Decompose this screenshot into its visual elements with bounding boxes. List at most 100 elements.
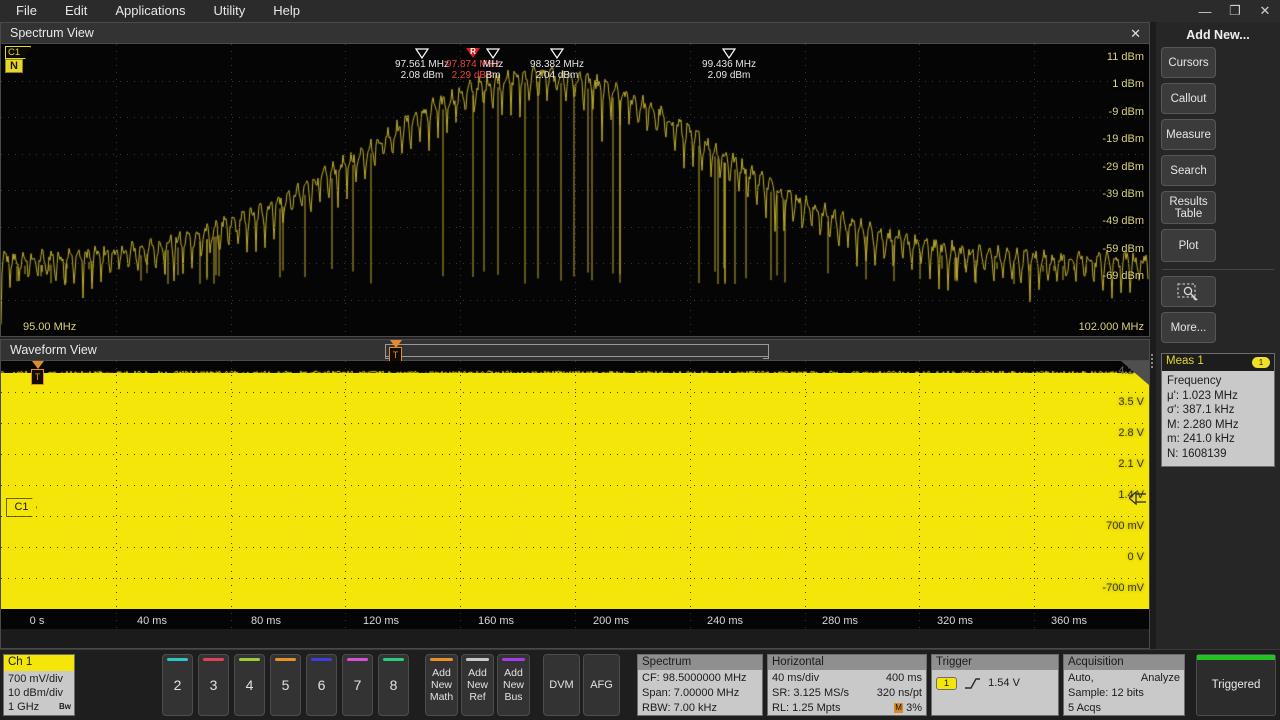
channel-button-6[interactable]: 6 bbox=[306, 654, 337, 716]
add-button-label: Add New Ref bbox=[462, 667, 493, 703]
spectrum-rbw: RBW: 7.00 kHz bbox=[642, 701, 758, 716]
waveform-time-label: 0 s bbox=[30, 615, 45, 627]
sidebar-divider bbox=[1162, 269, 1274, 270]
channel-button-7[interactable]: 7 bbox=[342, 654, 373, 716]
channel-1-body: 700 mV/div 10 dBm/div 1 GHz Bw bbox=[4, 671, 74, 715]
spectrum-marker-m1[interactable]: 97.561 MHz2.08 dBm bbox=[415, 48, 429, 58]
marker-amplitude: 2.09 dBm bbox=[702, 71, 756, 82]
menu-item-utility[interactable]: Utility bbox=[199, 0, 259, 22]
acquisition-state: Analyze bbox=[1141, 671, 1180, 686]
channel-1-db-scale: 10 dBm/div bbox=[8, 686, 70, 700]
measurement-stat-min: m: 241.0 kHz bbox=[1167, 432, 1269, 447]
channel-button-3[interactable]: 3 bbox=[198, 654, 229, 716]
acquisition-sample: Sample: 12 bits bbox=[1068, 686, 1180, 701]
instrument-button-label: DVM bbox=[549, 679, 573, 691]
add-new-ref-button[interactable]: Add New Ref bbox=[461, 654, 494, 716]
add-plot-button[interactable]: Plot bbox=[1161, 229, 1216, 262]
horizontal-sample-rate: SR: 3.125 MS/s bbox=[772, 686, 849, 701]
spectrum-y-label: -59 dBm bbox=[1102, 243, 1144, 255]
waveform-graticule[interactable]: 4.2 V3.5 V2.8 V2.1 V1.4 V700 mV0 V-700 m… bbox=[1, 361, 1149, 629]
trigger-level: 1.54 V bbox=[988, 677, 1020, 689]
waveform-overview-scrollbar[interactable] bbox=[386, 344, 768, 357]
waveform-corner-handle-icon[interactable] bbox=[1113, 361, 1149, 387]
trigger-settings-badge[interactable]: Trigger 1 1.54 V bbox=[931, 654, 1059, 716]
horizontal-resolution: 320 ns/pt bbox=[877, 686, 922, 701]
add-search-button[interactable]: Search bbox=[1161, 155, 1216, 186]
menu-item-file[interactable]: File bbox=[0, 0, 51, 22]
visual-search-button[interactable] bbox=[1161, 276, 1216, 307]
spectrum-badge-title: Spectrum bbox=[638, 655, 762, 670]
visual-search-icon bbox=[1176, 282, 1202, 302]
menu-item-edit[interactable]: Edit bbox=[51, 0, 101, 22]
afg-button[interactable]: AFG bbox=[583, 654, 620, 716]
spectrum-marker-m4[interactable]: 99.436 MHz2.09 dBm bbox=[722, 48, 736, 58]
trigger-level-cursor-icon[interactable] bbox=[1129, 490, 1147, 506]
sidebar-secondary-grid: More... bbox=[1156, 276, 1280, 343]
add-cursors-button[interactable]: Cursors bbox=[1161, 47, 1216, 78]
restore-icon[interactable]: ❐ bbox=[1220, 0, 1250, 22]
waveform-view-header: Waveform View T bbox=[1, 340, 1149, 361]
right-sidebar: Add New... Cursors Callout Measure Searc… bbox=[1156, 22, 1280, 649]
close-icon[interactable]: ✕ bbox=[1250, 0, 1280, 22]
run-status-button[interactable]: Triggered bbox=[1196, 654, 1276, 716]
trigger-badge-title: Trigger bbox=[932, 655, 1058, 670]
waveform-trigger-level-label[interactable]: T bbox=[31, 369, 44, 385]
acquisition-settings-badge[interactable]: Acquisition Auto, Analyze Sample: 12 bit… bbox=[1063, 654, 1185, 716]
add-new-math-button[interactable]: Add New Math bbox=[425, 654, 458, 716]
measurement-type: Frequency bbox=[1167, 374, 1269, 389]
spectrum-y-label: 11 dBm bbox=[1107, 51, 1144, 63]
measurement-title: Meas 1 bbox=[1166, 355, 1204, 367]
dvm-button[interactable]: DVM bbox=[543, 654, 580, 716]
spectrum-marker-m2[interactable]: MHzBm bbox=[486, 48, 500, 58]
trigger-source-pill[interactable]: 1 bbox=[936, 677, 957, 690]
waveform-y-label: -700 mV bbox=[1102, 582, 1144, 594]
trigger-badge-body: 1 1.54 V bbox=[932, 670, 1058, 692]
add-results-table-button[interactable]: Results Table bbox=[1161, 191, 1216, 224]
channel-button-label: 4 bbox=[246, 677, 254, 693]
spectrum-marker-mr[interactable]: R97.874 MHz2.29 dBm bbox=[466, 48, 480, 58]
horizontal-badge-title: Horizontal bbox=[768, 655, 926, 670]
waveform-time-label: 200 ms bbox=[593, 615, 629, 627]
spectrum-view-panel: Spectrum View ✕ C1 N 11 dBm1 dBm-9 dBm-1… bbox=[0, 22, 1150, 337]
spectrum-badge-trace-normal[interactable]: N bbox=[5, 59, 23, 73]
add-measure-button[interactable]: Measure bbox=[1161, 119, 1216, 150]
waveform-trigger-arrow-icon[interactable] bbox=[32, 361, 44, 369]
spectrum-marker-m3[interactable]: 98.382 MHz2.04 dBm bbox=[550, 48, 564, 58]
measurement-stat-mean: μ': 1.023 MHz bbox=[1167, 389, 1269, 404]
channel-1-badge[interactable]: Ch 1 700 mV/div 10 dBm/div 1 GHz Bw bbox=[3, 654, 75, 716]
marker-amplitude: 2.08 dBm bbox=[395, 71, 449, 82]
waveform-badge-channel[interactable]: C1 bbox=[6, 498, 37, 517]
menu-item-help[interactable]: Help bbox=[259, 0, 314, 22]
menu-item-applications[interactable]: Applications bbox=[101, 0, 199, 22]
spectrum-y-label: -19 dBm bbox=[1102, 133, 1144, 145]
channel-button-label: 5 bbox=[282, 677, 290, 693]
channel-button-2[interactable]: 2 bbox=[162, 654, 193, 716]
channel-button-8[interactable]: 8 bbox=[378, 654, 409, 716]
channel-button-5[interactable]: 5 bbox=[270, 654, 301, 716]
horizontal-time-scale: 40 ms/div bbox=[772, 671, 819, 686]
spectrum-graticule[interactable]: C1 N 11 dBm1 dBm-9 dBm-19 dBm-29 dBm-39 … bbox=[1, 44, 1149, 336]
add-button-label: Add New Math bbox=[426, 667, 457, 703]
measurement-source-pill[interactable]: 1 bbox=[1252, 357, 1270, 368]
channel-1-title: Ch 1 bbox=[4, 655, 74, 671]
more-button[interactable]: More... bbox=[1161, 312, 1216, 343]
channel-1-vertical-scale: 700 mV/div bbox=[8, 672, 70, 686]
channel-button-4[interactable]: 4 bbox=[234, 654, 265, 716]
measurement-stat-count: N: 1608139 bbox=[1167, 447, 1269, 462]
minimize-icon[interactable]: — bbox=[1190, 0, 1220, 22]
acquisition-count: 5 Acqs bbox=[1068, 701, 1180, 716]
horizontal-badge-body: 40 ms/div 400 ms SR: 3.125 MS/s 320 ns/p… bbox=[768, 670, 926, 717]
marker-reference-badge: R bbox=[470, 47, 476, 56]
waveform-y-label: 2.1 V bbox=[1118, 458, 1144, 470]
spectrum-close-icon[interactable]: ✕ bbox=[1130, 26, 1141, 42]
waveform-view-panel: Waveform View T 4.2 V3.5 V2.8 V2.1 V1.4 … bbox=[0, 339, 1150, 649]
add-new-bus-button[interactable]: Add New Bus bbox=[497, 654, 530, 716]
horizontal-settings-badge[interactable]: Horizontal 40 ms/div 400 ms SR: 3.125 MS… bbox=[767, 654, 927, 716]
acquisition-badge-body: Auto, Analyze Sample: 12 bits 5 Acqs bbox=[1064, 670, 1184, 717]
spectrum-settings-badge[interactable]: Spectrum CF: 98.5000000 MHz Span: 7.0000… bbox=[637, 654, 763, 716]
waveform-y-label: 700 mV bbox=[1106, 520, 1144, 532]
marker-triangle-icon bbox=[486, 48, 500, 58]
waveform-time-label: 80 ms bbox=[251, 615, 281, 627]
add-callout-button[interactable]: Callout bbox=[1161, 83, 1216, 114]
measurement-badge[interactable]: Meas 1 1 Frequency μ': 1.023 MHz σ': 387… bbox=[1161, 353, 1275, 467]
